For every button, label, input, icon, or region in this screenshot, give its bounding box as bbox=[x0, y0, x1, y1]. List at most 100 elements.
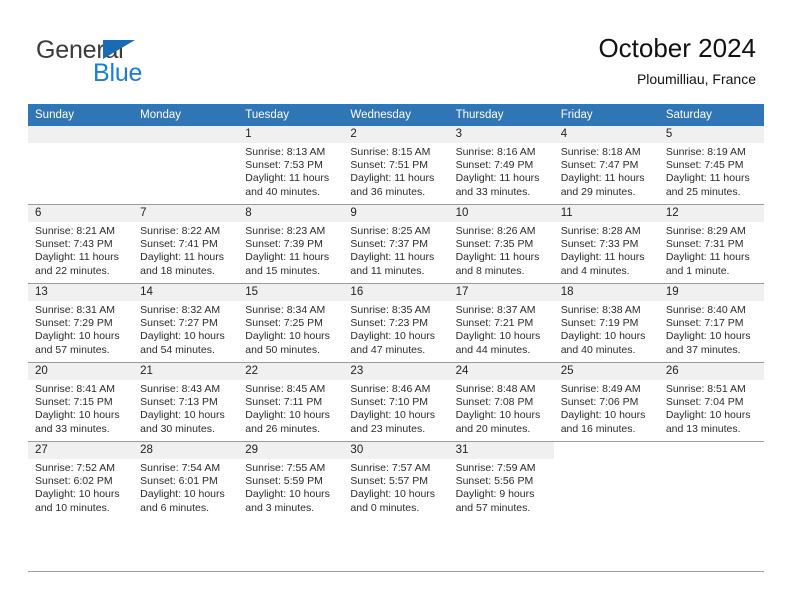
calendar-day-cell[interactable]: 14 Sunrise: 8:32 AM Sunset: 7:27 PM Dayligh… bbox=[133, 283, 239, 363]
calendar-day-cell[interactable]: 25 Sunrise: 8:49 AM Sunset: 7:06 PM Dayligh… bbox=[553, 362, 659, 442]
day-cell-inner: 16 Sunrise: 8:35 AM Sunset: 7:23 PM Dayligh… bbox=[343, 284, 449, 362]
day-sun-info: Sunrise: 8:19 AM Sunset: 7:45 PM Daylight:… bbox=[659, 143, 764, 199]
calendar-day-cell[interactable]: 17 Sunrise: 8:37 AM Sunset: 7:21 PM Dayligh… bbox=[448, 283, 554, 363]
daylight-duration-line1: Daylight: 10 hours bbox=[455, 330, 541, 343]
day-cell-inner: 12 Sunrise: 8:29 AM Sunset: 7:31 PM Dayligh… bbox=[658, 205, 764, 283]
sunrise-time: Sunrise: 7:52 AM bbox=[35, 462, 115, 474]
calendar-day-cell[interactable]: 16 Sunrise: 8:35 AM Sunset: 7:23 PM Dayligh… bbox=[343, 283, 449, 363]
sunrise-time: Sunrise: 8:29 AM bbox=[665, 225, 746, 237]
daylight-duration-line2: and 18 minutes. bbox=[140, 264, 215, 277]
calendar-day-cell[interactable]: 12 Sunrise: 8:29 AM Sunset: 7:31 PM Dayligh… bbox=[658, 204, 764, 284]
calendar-day-cell[interactable]: 10 Sunrise: 8:26 AM Sunset: 7:35 PM Dayligh… bbox=[448, 204, 554, 284]
calendar-day-cell[interactable]: 20 Sunrise: 8:41 AM Sunset: 7:15 PM Dayligh… bbox=[28, 362, 134, 442]
calendar-week-row: 6 Sunrise: 8:21 AM Sunset: 7:43 PM Daylight… bbox=[28, 204, 764, 284]
weekday-header-tuesday: Tuesday bbox=[238, 104, 344, 126]
day-cell-inner bbox=[658, 442, 764, 520]
sunrise-time: Sunrise: 8:26 AM bbox=[455, 225, 536, 237]
calendar-day-cell[interactable]: 1 Sunrise: 8:13 AM Sunset: 7:53 PM Daylight… bbox=[238, 126, 344, 205]
calendar-day-cell[interactable]: 7 Sunrise: 8:22 AM Sunset: 7:41 PM Daylight… bbox=[133, 204, 239, 284]
daylight-duration-line1: Daylight: 11 hours bbox=[245, 251, 330, 264]
calendar-day-cell[interactable]: 5 Sunrise: 8:19 AM Sunset: 7:45 PM Daylight… bbox=[658, 126, 764, 205]
daylight-duration-line2: and 3 minutes. bbox=[245, 501, 315, 514]
daylight-duration-line1: Daylight: 10 hours bbox=[560, 409, 646, 422]
calendar-day-cell[interactable]: 27 Sunrise: 7:52 AM Sunset: 6:02 PM Dayligh… bbox=[28, 441, 134, 520]
day-cell-inner: 9 Sunrise: 8:25 AM Sunset: 7:37 PM Daylight… bbox=[343, 205, 449, 283]
day-sun-info: Sunrise: 8:48 AM Sunset: 7:08 PM Daylight:… bbox=[449, 380, 554, 436]
calendar-day-cell[interactable]: 18 Sunrise: 8:38 AM Sunset: 7:19 PM Dayligh… bbox=[553, 283, 659, 363]
daylight-duration-line1: Daylight: 11 hours bbox=[665, 251, 750, 264]
weekday-header-monday: Monday bbox=[133, 104, 239, 126]
day-cell-inner: 23 Sunrise: 8:46 AM Sunset: 7:10 PM Dayligh… bbox=[343, 363, 449, 441]
day-number: 19 bbox=[658, 284, 764, 301]
page-subtitle-location: Ploumilliau, France bbox=[636, 71, 756, 87]
day-sun-info: Sunrise: 8:32 AM Sunset: 7:27 PM Daylight:… bbox=[133, 301, 238, 357]
daylight-duration-line1: Daylight: 10 hours bbox=[245, 488, 330, 501]
calendar-day-cell[interactable]: 4 Sunrise: 8:18 AM Sunset: 7:47 PM Daylight… bbox=[553, 126, 659, 205]
sunset-time: Sunset: 5:57 PM bbox=[350, 475, 429, 488]
calendar-page: General Blue October 2024 Ploumilliau, F… bbox=[0, 0, 792, 612]
sunset-time: Sunset: 7:27 PM bbox=[140, 317, 218, 330]
sunrise-time: Sunrise: 8:15 AM bbox=[350, 146, 431, 158]
daylight-duration-line2: and 33 minutes. bbox=[35, 422, 110, 435]
calendar-day-cell[interactable]: 15 Sunrise: 8:34 AM Sunset: 7:25 PM Dayligh… bbox=[238, 283, 344, 363]
calendar-cell-empty bbox=[658, 441, 764, 520]
day-cell-inner bbox=[133, 126, 239, 204]
sunrise-time: Sunrise: 7:59 AM bbox=[455, 462, 536, 474]
calendar-day-cell[interactable]: 22 Sunrise: 8:45 AM Sunset: 7:11 PM Dayligh… bbox=[238, 362, 344, 442]
calendar-day-cell[interactable]: 23 Sunrise: 8:46 AM Sunset: 7:10 PM Dayligh… bbox=[343, 362, 449, 442]
day-number: 27 bbox=[28, 442, 134, 459]
day-number bbox=[28, 126, 134, 143]
sunset-time: Sunset: 7:51 PM bbox=[350, 159, 429, 172]
day-cell-inner: 28 Sunrise: 7:54 AM Sunset: 6:01 PM Dayligh… bbox=[133, 442, 239, 520]
calendar-day-cell[interactable]: 9 Sunrise: 8:25 AM Sunset: 7:37 PM Daylight… bbox=[343, 204, 449, 284]
day-number: 15 bbox=[238, 284, 344, 301]
day-number: 11 bbox=[553, 205, 659, 222]
daylight-duration-line1: Daylight: 11 hours bbox=[350, 172, 435, 185]
day-number bbox=[553, 442, 659, 459]
day-sun-info: Sunrise: 7:57 AM Sunset: 5:57 PM Daylight:… bbox=[343, 459, 448, 515]
day-sun-info: Sunrise: 8:43 AM Sunset: 7:13 PM Daylight:… bbox=[133, 380, 238, 436]
sunset-time: Sunset: 7:49 PM bbox=[455, 159, 534, 172]
sunrise-time: Sunrise: 8:48 AM bbox=[455, 383, 536, 395]
calendar-day-cell[interactable]: 24 Sunrise: 8:48 AM Sunset: 7:08 PM Dayligh… bbox=[448, 362, 554, 442]
general-blue-logo[interactable]: General Blue bbox=[36, 36, 246, 92]
calendar-day-cell[interactable]: 28 Sunrise: 7:54 AM Sunset: 6:01 PM Dayligh… bbox=[133, 441, 239, 520]
calendar-day-cell[interactable]: 19 Sunrise: 8:40 AM Sunset: 7:17 PM Dayligh… bbox=[658, 283, 764, 363]
day-number: 7 bbox=[133, 205, 239, 222]
daylight-duration-line1: Daylight: 10 hours bbox=[245, 409, 330, 422]
calendar-day-cell[interactable]: 11 Sunrise: 8:28 AM Sunset: 7:33 PM Dayligh… bbox=[553, 204, 659, 284]
calendar-day-cell[interactable]: 31 Sunrise: 7:59 AM Sunset: 5:56 PM Dayligh… bbox=[448, 441, 554, 520]
weekday-header-thursday: Thursday bbox=[448, 104, 554, 126]
calendar-header-row: Sunday Monday Tuesday Wednesday Thursday… bbox=[28, 104, 764, 126]
daylight-duration-line2: and 16 minutes. bbox=[560, 422, 636, 435]
daylight-duration-line1: Daylight: 10 hours bbox=[350, 330, 436, 343]
sunset-time: Sunset: 7:08 PM bbox=[455, 396, 534, 409]
calendar-day-cell[interactable]: 26 Sunrise: 8:51 AM Sunset: 7:04 PM Dayligh… bbox=[658, 362, 764, 442]
calendar-day-cell[interactable]: 30 Sunrise: 7:57 AM Sunset: 5:57 PM Dayligh… bbox=[343, 441, 449, 520]
sunrise-time: Sunrise: 7:54 AM bbox=[140, 462, 221, 474]
calendar-day-cell[interactable]: 8 Sunrise: 8:23 AM Sunset: 7:39 PM Daylight… bbox=[238, 204, 344, 284]
logo-text-blue: Blue bbox=[93, 59, 143, 87]
calendar-week-row: 27 Sunrise: 7:52 AM Sunset: 6:02 PM Dayligh… bbox=[28, 441, 764, 520]
calendar-day-cell[interactable]: 3 Sunrise: 8:16 AM Sunset: 7:49 PM Daylight… bbox=[448, 126, 554, 205]
calendar-day-cell[interactable]: 13 Sunrise: 8:31 AM Sunset: 7:29 PM Dayligh… bbox=[28, 283, 134, 363]
calendar-day-cell[interactable]: 2 Sunrise: 8:15 AM Sunset: 7:51 PM Daylight… bbox=[343, 126, 449, 205]
day-number: 21 bbox=[133, 363, 239, 380]
daylight-duration-line2: and 50 minutes. bbox=[245, 343, 320, 356]
day-cell-inner: 29 Sunrise: 7:55 AM Sunset: 5:59 PM Dayligh… bbox=[238, 442, 344, 520]
calendar-day-cell[interactable]: 21 Sunrise: 8:43 AM Sunset: 7:13 PM Dayligh… bbox=[133, 362, 239, 442]
calendar-day-cell[interactable]: 29 Sunrise: 7:55 AM Sunset: 5:59 PM Dayligh… bbox=[238, 441, 344, 520]
sunrise-time: Sunrise: 8:23 AM bbox=[245, 225, 326, 237]
day-number: 6 bbox=[28, 205, 134, 222]
daylight-duration-line1: Daylight: 10 hours bbox=[35, 409, 120, 422]
sunset-time: Sunset: 7:10 PM bbox=[350, 396, 429, 409]
daylight-duration-line2: and 57 minutes. bbox=[455, 501, 531, 514]
daylight-duration-line2: and 36 minutes. bbox=[350, 185, 426, 198]
calendar-day-cell[interactable]: 6 Sunrise: 8:21 AM Sunset: 7:43 PM Daylight… bbox=[28, 204, 134, 284]
daylight-duration-line1: Daylight: 10 hours bbox=[455, 409, 541, 422]
title-block: October 2024 Ploumilliau, France bbox=[598, 32, 756, 89]
day-number: 28 bbox=[133, 442, 239, 459]
day-number: 30 bbox=[343, 442, 449, 459]
daylight-duration-line1: Daylight: 10 hours bbox=[140, 330, 225, 343]
sunrise-time: Sunrise: 8:21 AM bbox=[35, 225, 115, 237]
